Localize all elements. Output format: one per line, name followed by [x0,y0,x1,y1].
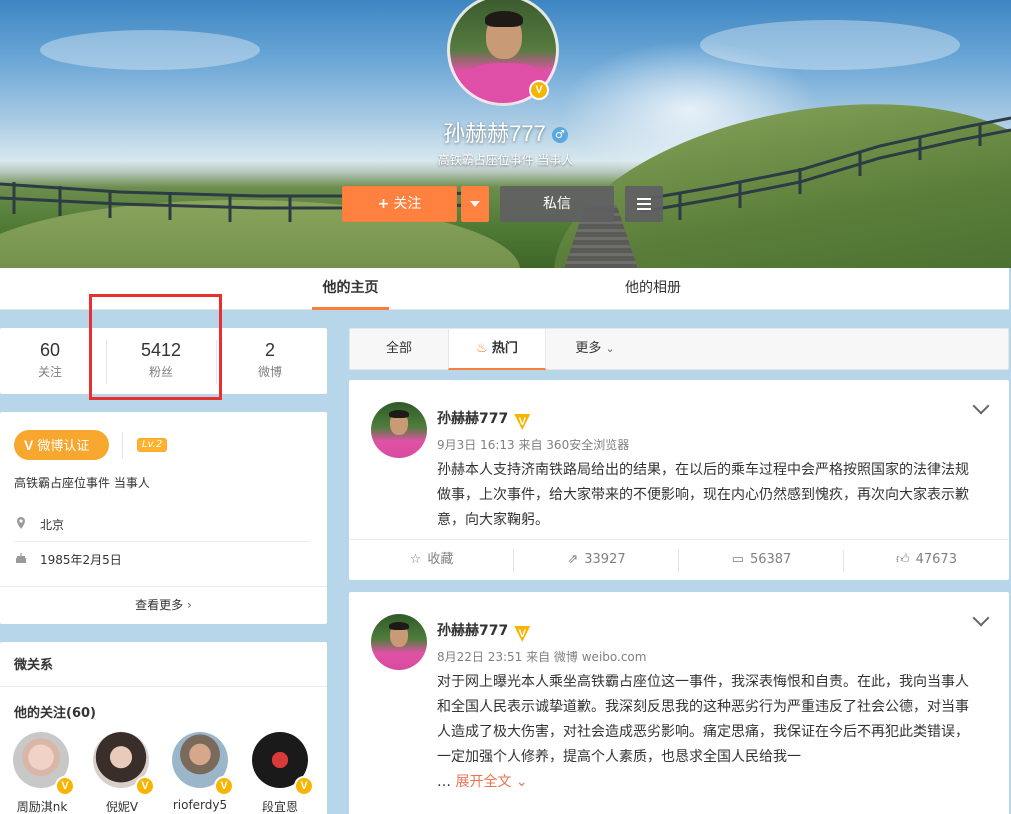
feed-tab-more-label: 更多 [575,341,602,356]
following-title[interactable]: 他的关注(60) [14,702,96,721]
like-count: 47673 [915,552,957,567]
post-meta[interactable]: 9月3日 16:13 来自 360安全浏览器 [437,436,629,453]
relations-card: 微关系 他的关注(60) V 周励淇nk V 倪妮V V rioferdy5 V… [0,642,327,814]
comment-icon: ▭ [731,552,744,567]
favorite-button[interactable]: ☆ 收藏 [349,540,514,580]
stat-following[interactable]: 60 关注 [0,340,100,380]
post-author[interactable]: 孙赫赫777 V [437,620,531,642]
verified-badge-icon: V [214,776,234,796]
chevron-down-icon[interactable] [972,609,990,627]
expand-label: 展开全文 [455,774,512,790]
level-badge[interactable]: Lv.2 [137,438,168,452]
see-more-link[interactable]: 查看更多 › [0,586,327,624]
stat-posts[interactable]: 2 微博 [220,340,320,380]
hamburger-icon [637,198,651,200]
cake-icon [14,543,28,577]
profile-name: 孙赫赫777 [443,121,546,146]
birthday-text: 1985年2月5日 [40,553,122,567]
follow-button-label: 关注 [393,196,422,212]
share-button[interactable]: ⇗ 33927 [514,540,679,580]
stat-value: 2 [264,340,275,360]
follow-dropdown-button[interactable] [461,186,489,222]
weibo-post: 孙赫赫777 V 8月22日 23:51 来自 微博 weibo.com 对于网上… [349,592,1009,814]
following-avatar[interactable]: V [252,732,314,796]
post-author-avatar[interactable] [371,614,427,670]
tab-home[interactable]: 他的主页 [312,268,389,310]
follow-button[interactable]: + 关注 [342,186,457,222]
post-author-name: 孙赫赫777 [437,623,509,639]
tab-album[interactable]: 他的相册 [612,268,694,310]
profile-description: 高铁霸占座位事件 当事人 [437,153,574,167]
caret-down-icon [470,201,480,207]
menu-button[interactable] [625,186,663,222]
profile-info-card: V 微博认证 Lv.2 高铁霸占座位事件 当事人 北京 1985年2月5日 查看更… [0,412,327,624]
divider [122,432,123,458]
verify-label: 微博认证 [37,439,90,454]
location-text: 北京 [40,518,65,532]
following-avatar[interactable]: V [13,732,75,796]
comment-count: 56387 [749,552,792,567]
stat-value: 60 [39,340,61,360]
share-icon: ⇗ [567,552,579,567]
following-name[interactable]: rioferdy5 [160,798,240,812]
verified-badge-icon: V [514,414,531,430]
profile-cover: V 孙赫赫777 ♂ 高铁霸占座位事件 当事人 + 关注 私信 [0,0,1011,268]
feed-tab-all[interactable]: 全部 [350,329,448,369]
post-author-name: 孙赫赫777 [437,411,509,427]
chevron-down-icon: ⌄ [515,774,528,790]
star-icon: ☆ [409,552,422,567]
post-author-avatar[interactable] [371,402,427,458]
flame-icon: ♨ [476,341,488,356]
like-icon: 👍︎ [896,552,910,567]
following-name[interactable]: 周励淇nk [2,798,82,814]
message-button[interactable]: 私信 [500,186,614,222]
following-name[interactable]: 段宜恩 [240,798,320,814]
following-avatar[interactable]: V [172,732,234,796]
relations-title: 微关系 [14,658,54,673]
feed-filter-tabs: 全部 ♨ 热门 更多 ⌄ [349,328,1009,370]
expand-full-text-link[interactable]: 展开全文 ⌄ [455,774,527,790]
verified-badge-icon: V [55,776,75,796]
chevron-down-icon[interactable] [972,397,990,415]
feed-tab-more[interactable]: 更多 ⌄ [546,329,644,369]
verified-v-icon: V [24,437,34,453]
verified-badge-icon: V [294,776,314,796]
weibo-verified-badge[interactable]: V 微博认证 [14,430,109,460]
info-description: 高铁霸占座位事件 当事人 [14,476,150,490]
post-body-text: 对于网上曝光本人乘坐高铁霸占座位这一事件，我深表悔恨和自责。在此，我向当事人和全… [437,674,969,765]
post-body: 对于网上曝光本人乘坐高铁霸占座位这一事件，我深表悔恨和自责。在此，我向当事人和全… [437,670,982,795]
post-actions: ☆ 收藏 ⇗ 33927 ▭ 56387 👍︎ 47673 [349,539,1009,580]
following-name[interactable]: 倪妮V [82,798,162,814]
ellipsis: … [437,774,451,790]
share-count: 33927 [584,552,626,567]
divider [0,686,327,687]
favorite-label: 收藏 [427,552,454,567]
verified-badge-icon: V [514,626,531,642]
stat-label: 微博 [257,365,282,379]
verified-badge-icon: V [135,776,155,796]
highlight-annotation-box [89,294,222,400]
feed-tab-hot-label: 热门 [491,341,518,356]
plus-icon: + [377,196,390,212]
like-button[interactable]: 👍︎ 47673 [844,540,1009,580]
male-gender-icon: ♂ [551,127,568,143]
see-more-label: 查看更多 [135,598,184,612]
following-avatar[interactable]: V [93,732,155,796]
location-pin-icon [14,508,28,542]
feed-tab-hot[interactable]: ♨ 热门 [448,329,546,370]
chevron-right-icon: › [187,598,192,612]
location-row: 北京 [14,508,309,542]
weibo-post: 孙赫赫777 V 9月3日 16:13 来自 360安全浏览器 孙赫本人支持济南铁… [349,380,1009,580]
post-author[interactable]: 孙赫赫777 V [437,408,531,430]
birthday-row: 1985年2月5日 [14,543,309,577]
comment-button[interactable]: ▭ 56387 [679,540,844,580]
post-body: 孙赫本人支持济南铁路局给出的结果，在以后的乘车过程中会严格按照国家的法律法规做事… [437,462,969,528]
profile-name-row: 孙赫赫777 ♂ [0,116,1011,148]
chevron-down-icon: ⌄ [605,342,615,355]
post-meta[interactable]: 8月22日 23:51 来自 微博 weibo.com [437,648,646,665]
verified-badge-icon: V [529,80,549,100]
stat-label: 关注 [37,365,62,379]
